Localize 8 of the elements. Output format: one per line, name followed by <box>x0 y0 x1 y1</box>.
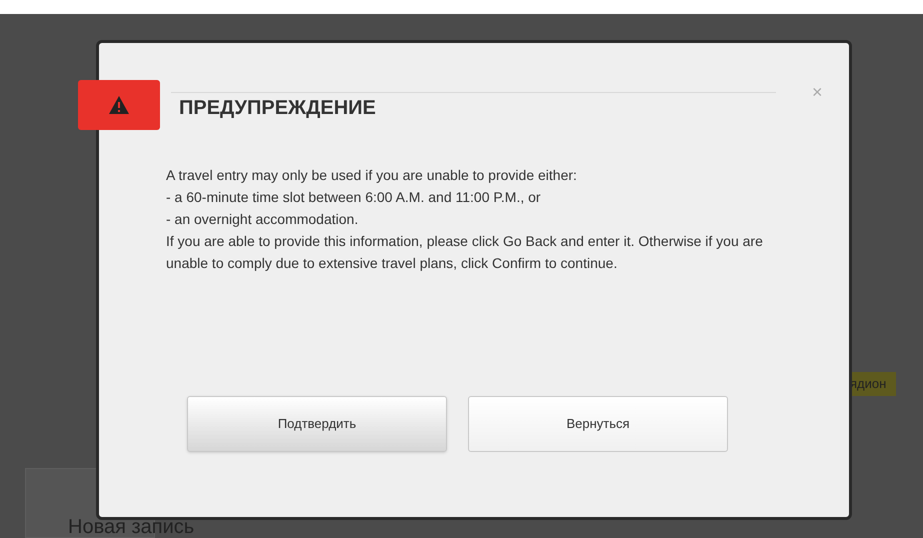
message-text: A travel entry may only be used if you are unable to provide either: <box>166 166 578 185</box>
message-text: - an overnight accommodation. <box>166 210 360 229</box>
message-text: - a 60-minute time slot between 6:00 A.M. and 11:00 P.M., or <box>166 188 542 207</box>
confirm-button[interactable]: Подтвердить <box>187 396 447 452</box>
message-text: If you are able to provide this information, please click Go Back and enter it. Otherwise if you are unable to comply due to extensive travel plans, click Confirm to continue. <box>166 232 764 273</box>
back-button[interactable]: Вернуться <box>468 396 728 452</box>
dialog-title: ПРЕДУПРЕЖДЕНИЕ <box>179 96 376 121</box>
warning-icon <box>108 95 130 115</box>
